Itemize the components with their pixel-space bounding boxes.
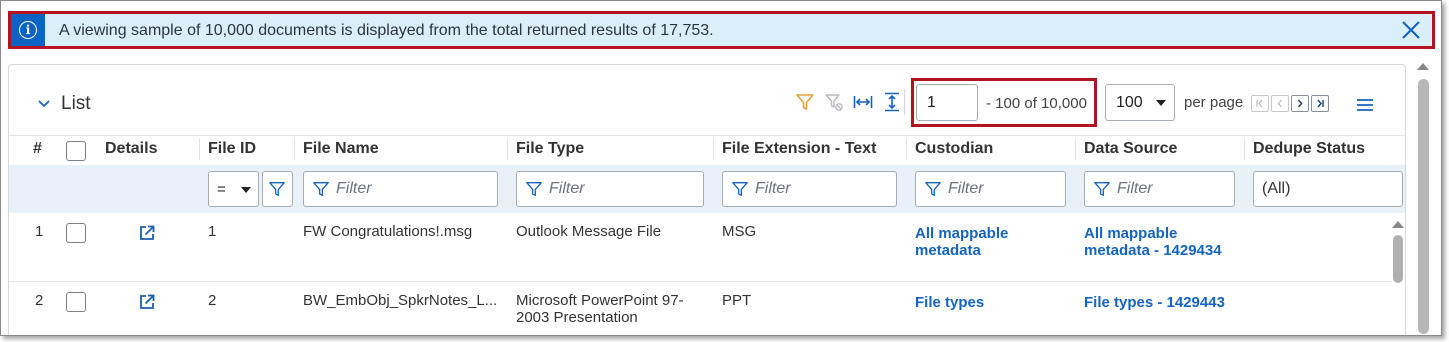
- select-all-checkbox[interactable]: [66, 141, 86, 161]
- prev-page-icon[interactable]: [1271, 95, 1289, 112]
- col-header-file-id[interactable]: File ID: [208, 140, 256, 158]
- col-header-file-name[interactable]: File Name: [303, 140, 379, 158]
- per-page-label: per page: [1184, 94, 1244, 111]
- col-divider[interactable]: [507, 138, 508, 160]
- scroll-thumb[interactable]: [1393, 235, 1403, 283]
- open-details-icon[interactable]: [138, 224, 156, 242]
- filter-icon: [925, 182, 941, 196]
- col-header-custodian[interactable]: Custodian: [915, 140, 993, 158]
- fit-width-icon[interactable]: [853, 92, 873, 112]
- filter-icon: [313, 182, 329, 196]
- file-type-filter-input[interactable]: Filter: [516, 171, 704, 207]
- page-nav: [1251, 95, 1329, 112]
- col-header-num: #: [33, 140, 42, 157]
- info-icon-cell: i: [11, 14, 45, 46]
- cell-file-name: BW_EmbObj_SpkrNotes_L...: [303, 292, 498, 309]
- cell-file-type: Microsoft PowerPoint 97-2003 Presentatio…: [516, 292, 684, 326]
- dropdown-caret-icon: [241, 187, 251, 193]
- cell-custodian-link[interactable]: File types: [915, 294, 1065, 311]
- cell-data-source-link[interactable]: All mappable metadata - 1429434: [1084, 225, 1244, 259]
- scroll-up-icon[interactable]: [1417, 63, 1429, 70]
- toolbar-divider: [904, 89, 905, 115]
- col-divider[interactable]: [906, 138, 907, 160]
- filter-icon: [526, 182, 542, 196]
- row-number: 1: [35, 223, 44, 240]
- data-source-filter-input[interactable]: Filter: [1084, 171, 1235, 207]
- operator-value: =: [217, 180, 226, 198]
- cell-custodian-link[interactable]: All mappable metadata: [915, 225, 1035, 259]
- col-divider[interactable]: [294, 138, 295, 160]
- table-row[interactable]: 1 1 FW Congratulations!.msg Outlook Mess…: [9, 213, 1392, 282]
- col-divider[interactable]: [1075, 138, 1076, 160]
- page-scrollbar[interactable]: [1413, 59, 1437, 335]
- col-divider[interactable]: [713, 138, 714, 160]
- filter-placeholder: Filter: [549, 180, 585, 197]
- next-page-icon[interactable]: [1291, 95, 1309, 112]
- scroll-up-icon[interactable]: [1392, 221, 1404, 228]
- scroll-thumb[interactable]: [1418, 79, 1429, 334]
- file-name-filter-input[interactable]: Filter: [303, 171, 498, 207]
- page-number-input[interactable]: [916, 84, 978, 121]
- close-icon[interactable]: [1400, 19, 1422, 41]
- col-header-file-extension[interactable]: File Extension - Text: [722, 140, 876, 158]
- list-tools: [795, 92, 902, 112]
- cell-file-id: 1: [208, 223, 217, 240]
- filter-placeholder: Filter: [336, 180, 372, 197]
- row-number: 2: [35, 292, 44, 309]
- filter-icon: [1094, 182, 1110, 196]
- col-header-file-type[interactable]: File Type: [516, 140, 584, 158]
- cell-file-extension: MSG: [722, 223, 757, 240]
- cell-file-extension: PPT: [722, 292, 752, 309]
- cell-data-source-link[interactable]: File types - 1429443: [1084, 294, 1244, 311]
- col-divider[interactable]: [199, 138, 200, 160]
- cell-file-name: FW Congratulations!.msg: [303, 223, 473, 240]
- col-divider[interactable]: [1244, 138, 1245, 160]
- dedupe-status-filter-select[interactable]: (All): [1253, 171, 1403, 207]
- col-header-dedupe-status[interactable]: Dedupe Status: [1253, 140, 1365, 158]
- cell-file-id: 2: [208, 292, 217, 309]
- file-id-operator-select[interactable]: =: [208, 171, 259, 207]
- table-row[interactable]: 2 2 BW_EmbObj_SpkrNotes_L... Microsoft P…: [9, 282, 1392, 335]
- grid-scrollbar[interactable]: [1390, 215, 1405, 335]
- list-header: List - 100 of 10,000: [9, 65, 1405, 135]
- dropdown-caret-icon: [1156, 100, 1166, 106]
- custodian-filter-input[interactable]: Filter: [915, 171, 1066, 207]
- filter-placeholder: Filter: [755, 180, 791, 197]
- first-page-icon[interactable]: [1251, 95, 1269, 112]
- banner-message: A viewing sample of 10,000 documents is …: [59, 22, 714, 39]
- filter-placeholder: Filter: [948, 180, 984, 197]
- per-page-value: 100: [1116, 94, 1143, 111]
- col-header-data-source[interactable]: Data Source: [1084, 140, 1177, 158]
- list-collapse-toggle[interactable]: List: [37, 93, 91, 115]
- list-title: List: [61, 93, 91, 114]
- filter-icon: [269, 182, 285, 196]
- fit-height-icon[interactable]: [882, 92, 902, 112]
- cell-file-type: Outlook Message File: [516, 223, 662, 240]
- info-banner: i A viewing sample of 10,000 documents i…: [8, 11, 1435, 49]
- filter-icon: [732, 182, 748, 196]
- row-checkbox[interactable]: [66, 292, 86, 312]
- app-frame: i A viewing sample of 10,000 documents i…: [0, 0, 1442, 336]
- filter-row: = Filter Filter Filter Filter Filter (Al…: [9, 165, 1405, 213]
- last-page-icon[interactable]: [1311, 95, 1329, 112]
- file-id-filter-button[interactable]: [262, 171, 293, 207]
- filter-placeholder: Filter: [1117, 180, 1153, 197]
- open-details-icon[interactable]: [138, 293, 156, 311]
- page-range-text: - 100 of 10,000: [986, 95, 1087, 112]
- clear-filter-icon[interactable]: [824, 92, 844, 112]
- list-panel: List - 100 of 10,000: [8, 64, 1406, 335]
- file-extension-filter-input[interactable]: Filter: [722, 171, 897, 207]
- filter-icon[interactable]: [795, 92, 815, 112]
- row-checkbox[interactable]: [66, 223, 86, 243]
- dedupe-filter-value: (All): [1262, 180, 1291, 197]
- column-header-row: # Details File ID File Name File Type Fi…: [9, 135, 1405, 165]
- menu-icon[interactable]: [1356, 98, 1374, 112]
- col-header-details[interactable]: Details: [105, 140, 157, 158]
- per-page-select[interactable]: 100: [1105, 84, 1175, 121]
- chevron-down-icon: [38, 100, 50, 108]
- info-icon: i: [19, 21, 37, 39]
